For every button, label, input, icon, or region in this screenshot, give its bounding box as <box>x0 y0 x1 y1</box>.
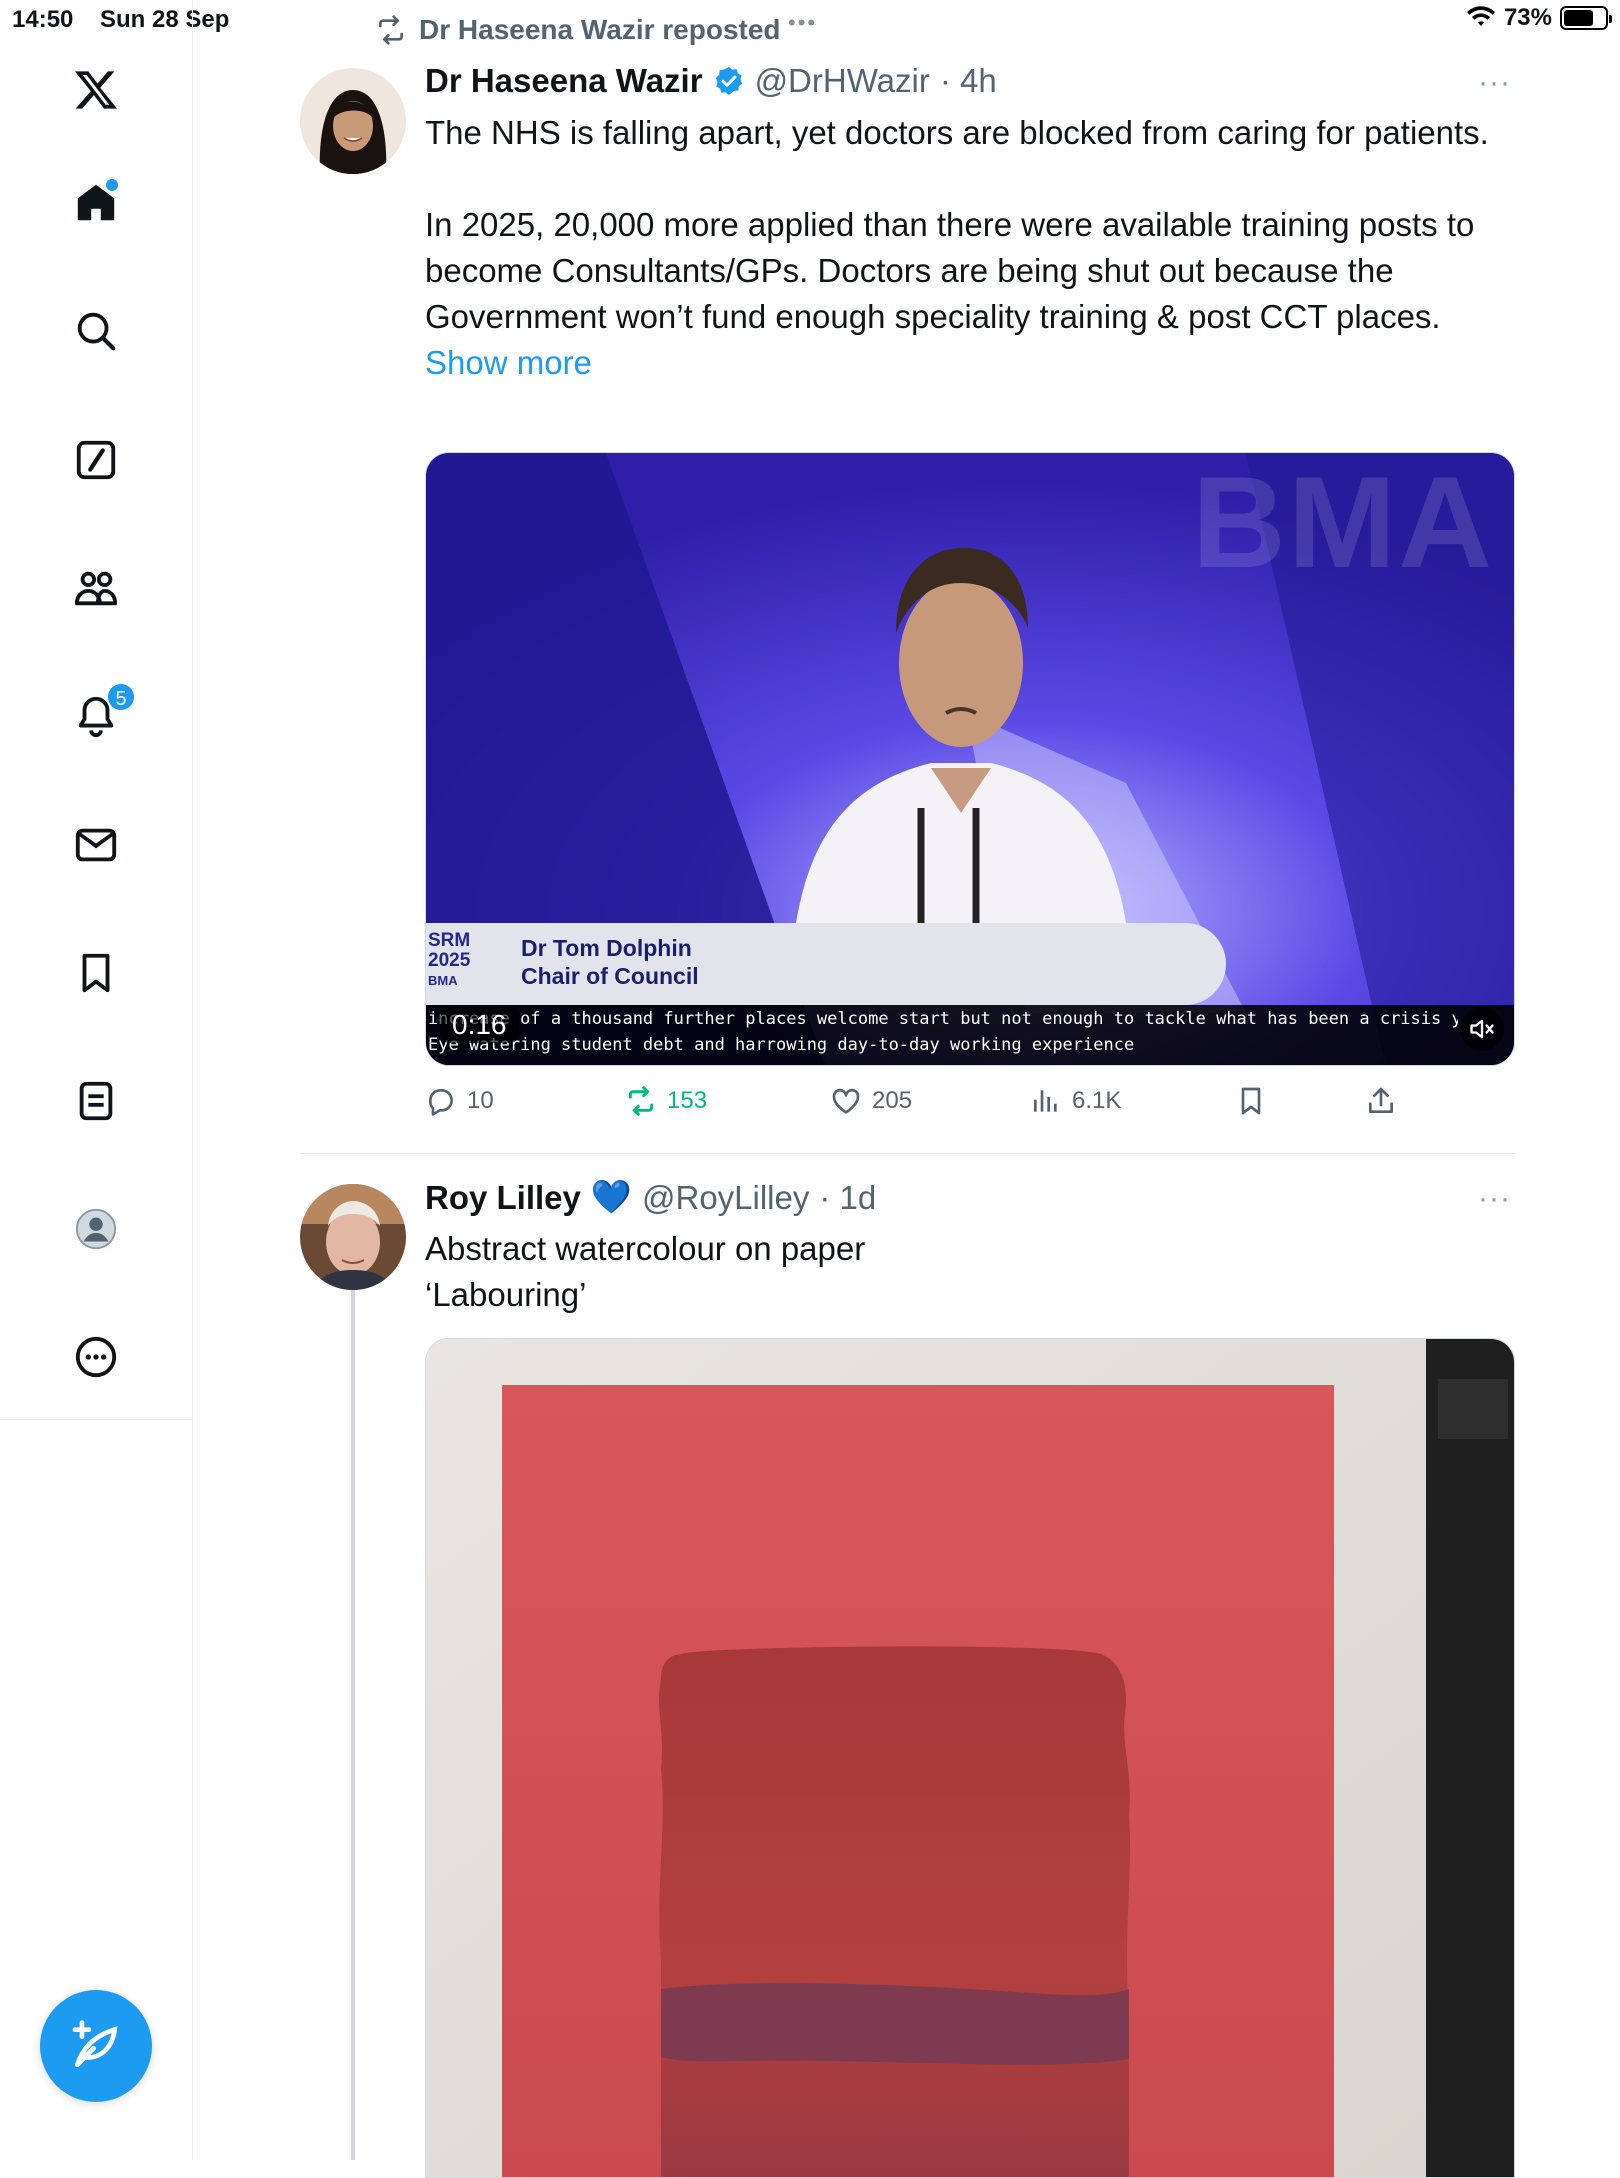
views-button[interactable]: 6.1K <box>1030 1085 1121 1117</box>
caption-bar: increase of a thousand further places we… <box>426 1005 1514 1065</box>
tweet1-header: Dr Haseena Wazir @DrHWazir · 4h <box>425 62 997 100</box>
caption-line-2: Eye watering student debt and harrowing … <box>428 1035 1135 1055</box>
status-right: 73% <box>1466 4 1612 32</box>
view-count: 6.1K <box>1072 1087 1122 1114</box>
wifi-icon <box>1466 6 1495 26</box>
tweet1-handle[interactable]: @DrHWazir <box>755 62 930 100</box>
muted-speaker-icon <box>1470 1019 1494 1039</box>
tweet2-author-name[interactable]: Roy Lilley <box>425 1179 581 1217</box>
profile-icon[interactable] <box>68 1201 124 1257</box>
grok-icon[interactable] <box>68 432 124 488</box>
repost-count: 153 <box>667 1087 708 1114</box>
like-count: 205 <box>872 1087 913 1114</box>
repost-button[interactable]: 153 <box>625 1085 707 1117</box>
heart-icon <box>832 1088 860 1114</box>
tweet1-timestamp[interactable]: · 4h <box>940 62 997 100</box>
sidebar-nav: 5 <box>0 0 192 1420</box>
tweet1-body: The NHS is falling apart, yet doctors ar… <box>425 110 1515 386</box>
tweet2-header: Roy Lilley 💙 @RoyLilley · 1d <box>425 1178 876 1217</box>
blue-heart-icon: 💙 <box>590 1178 632 1215</box>
lower-third: SRM 2025 BMA Dr Tom Dolphin Chair of Cou… <box>426 923 1226 1005</box>
home-icon[interactable] <box>68 175 124 231</box>
share-button[interactable] <box>1365 1085 1397 1117</box>
tweet2-handle[interactable]: @RoyLilley <box>642 1179 809 1217</box>
mute-button[interactable] <box>1460 1007 1504 1051</box>
show-more-link[interactable]: Show more <box>425 344 592 381</box>
repost-icon <box>379 15 403 45</box>
verified-badge-icon <box>715 67 742 95</box>
search-icon[interactable] <box>68 303 124 359</box>
tweet2-text: Abstract watercolour on paper ‘Labouring… <box>425 1230 866 1313</box>
x-logo-icon[interactable] <box>68 62 124 118</box>
tweet1-more-button[interactable]: ··· <box>1478 66 1511 100</box>
thread-line <box>351 1290 355 2160</box>
event-tag-line1: SRM <box>428 930 471 951</box>
messages-icon[interactable] <box>68 817 124 873</box>
status-bar: 14:50 Sun 28 Sep ••• 73% <box>0 0 1620 40</box>
event-tag-line3: BMA <box>428 973 458 988</box>
speaker-title: Chair of Council <box>521 963 699 989</box>
tweet1-author-name[interactable]: Dr Haseena Wazir <box>425 62 703 100</box>
repost-banner-text: Dr Haseena Wazir reposted <box>419 14 781 45</box>
repost-icon <box>628 1086 654 1116</box>
like-button[interactable]: 205 <box>830 1085 912 1117</box>
notifications-badge: 5 <box>106 682 136 712</box>
notifications-bell-icon[interactable]: 5 <box>68 682 136 744</box>
caption-line-1: increase of a thousand further places we… <box>428 1009 1458 1029</box>
share-icon <box>1369 1087 1393 1113</box>
battery-percent: 73% <box>1503 4 1552 31</box>
communities-icon[interactable] <box>68 560 124 616</box>
views-chart-icon <box>1034 1090 1057 1112</box>
avatar-roy-lilley[interactable] <box>300 1184 406 1290</box>
bookmark-icon <box>1241 1087 1261 1115</box>
sidebar: 5 <box>0 0 193 2160</box>
more-options-icon[interactable] <box>68 1329 124 1385</box>
repost-banner[interactable]: Dr Haseena Wazir reposted <box>375 14 781 46</box>
tweet1-video[interactable]: BMA SRM 2025 BMA Dr Tom Dolphin Chair of… <box>425 452 1515 1066</box>
bookmark-button[interactable] <box>1235 1085 1267 1117</box>
bma-watermark: BMA <box>1191 452 1494 595</box>
battery-icon <box>1560 6 1612 30</box>
tweet1-text: The NHS is falling apart, yet doctors ar… <box>425 114 1489 335</box>
speaker-name: Dr Tom Dolphin <box>521 935 692 961</box>
event-tag: SRM 2025 BMA <box>428 931 470 991</box>
reply-count: 10 <box>467 1087 494 1114</box>
tweet2-more-button[interactable]: ··· <box>1478 1182 1511 1216</box>
tweet2-timestamp[interactable]: · 1d <box>819 1179 876 1217</box>
tweet2-image[interactable] <box>425 1338 1515 2178</box>
bookmarks-icon[interactable] <box>68 945 124 1001</box>
compose-feather-icon <box>72 2020 118 2067</box>
home-unread-dot <box>106 179 118 191</box>
multitasking-dots-icon[interactable]: ••• <box>788 10 817 36</box>
watercolour-painting-image <box>426 1339 1514 2177</box>
avatar-haseena[interactable] <box>300 68 406 174</box>
tweet1-actions: 10 153 205 6.1K <box>425 1085 1425 1125</box>
tweet-divider <box>300 1153 1515 1154</box>
reply-button[interactable]: 10 <box>425 1085 494 1117</box>
reply-icon <box>429 1089 453 1116</box>
event-tag-line2: 2025 <box>428 950 471 971</box>
compose-post-button[interactable] <box>40 1990 152 2102</box>
video-duration: 0:16 <box>440 1007 519 1043</box>
lists-icon[interactable] <box>68 1073 124 1129</box>
